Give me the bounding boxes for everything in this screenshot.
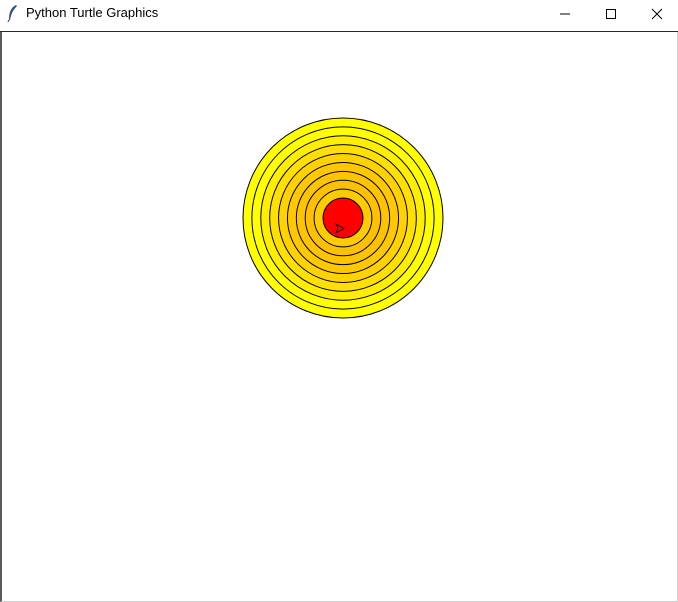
close-button[interactable] (634, 0, 678, 28)
center-circle (322, 197, 364, 239)
concentric-circles (242, 117, 444, 319)
turtle-window: Python Turtle Graphics (0, 0, 678, 602)
maximize-icon (606, 9, 616, 19)
turtle-canvas-frame[interactable] (0, 32, 678, 602)
title-bar[interactable]: Python Turtle Graphics (0, 0, 678, 32)
close-icon (651, 8, 663, 20)
maximize-button[interactable] (588, 0, 634, 28)
minimize-button[interactable] (542, 0, 588, 28)
minimize-icon (560, 13, 570, 15)
turtle-canvas[interactable] (2, 32, 677, 601)
feather-icon (7, 5, 17, 22)
window-title: Python Turtle Graphics (26, 5, 159, 20)
